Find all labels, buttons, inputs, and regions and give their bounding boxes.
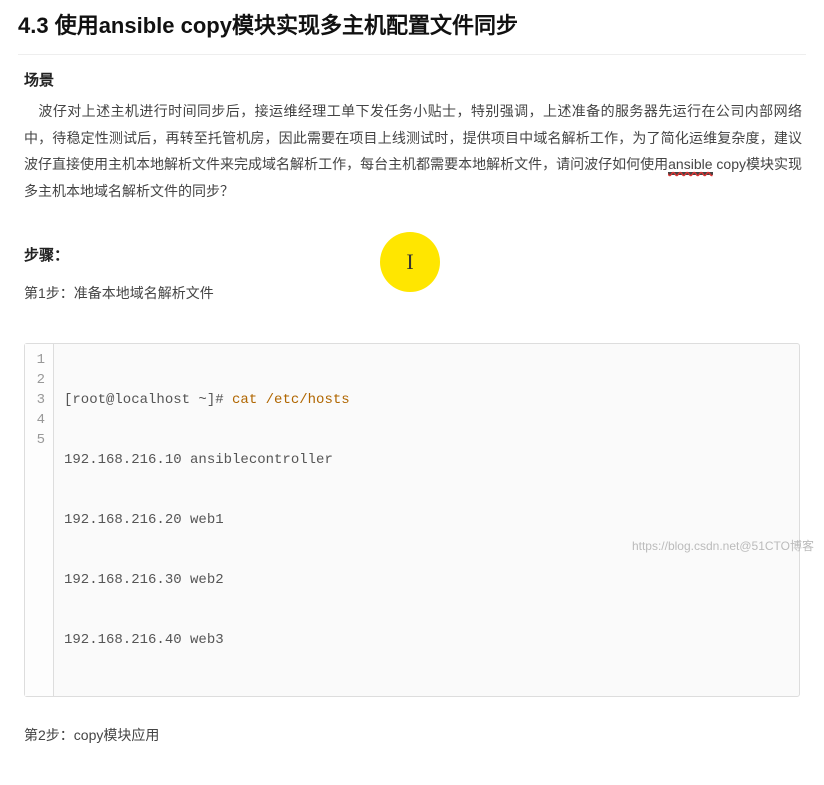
code-block: 1 2 3 4 5 [root@localhost ~]# cat /etc/h… [24, 343, 800, 697]
code-line: 192.168.216.40 web3 [64, 630, 789, 650]
code-gutter: 1 2 3 4 5 [25, 344, 54, 696]
ansible-word: ansible [668, 156, 712, 175]
code-line: 192.168.216.30 web2 [64, 570, 789, 590]
line-number: 2 [31, 370, 45, 390]
prompt-cmd: cat /etc/hosts [232, 392, 350, 408]
code-line: [root@localhost ~]# cat /etc/hosts [64, 390, 789, 410]
line-number: 3 [31, 390, 45, 410]
step-2: 第2步：copy模块应用 [18, 725, 806, 785]
code-line: 192.168.216.20 web1 [64, 510, 789, 530]
steps-heading: 步骤： [18, 204, 806, 283]
section-title: 4.3 使用ansible copy模块实现多主机配置文件同步 [18, 0, 806, 54]
scene-heading: 场景 [18, 65, 806, 98]
line-number: 4 [31, 410, 45, 430]
code-line: 192.168.216.10 ansiblecontroller [64, 450, 789, 470]
prompt-host: [root@localhost ~]# [64, 392, 232, 408]
line-number: 5 [31, 430, 45, 450]
scene-body: 波仔对上述主机进行时间同步后，接运维经理工单下发任务小贴士，特别强调，上述准备的… [18, 98, 806, 204]
line-number: 1 [31, 350, 45, 370]
watermark: https://blog.csdn.net@51CTO博客 [632, 537, 814, 554]
step-1: 第1步：准备本地域名解析文件 [18, 283, 806, 343]
divider [18, 54, 806, 55]
code-lines: [root@localhost ~]# cat /etc/hosts 192.1… [54, 344, 799, 696]
